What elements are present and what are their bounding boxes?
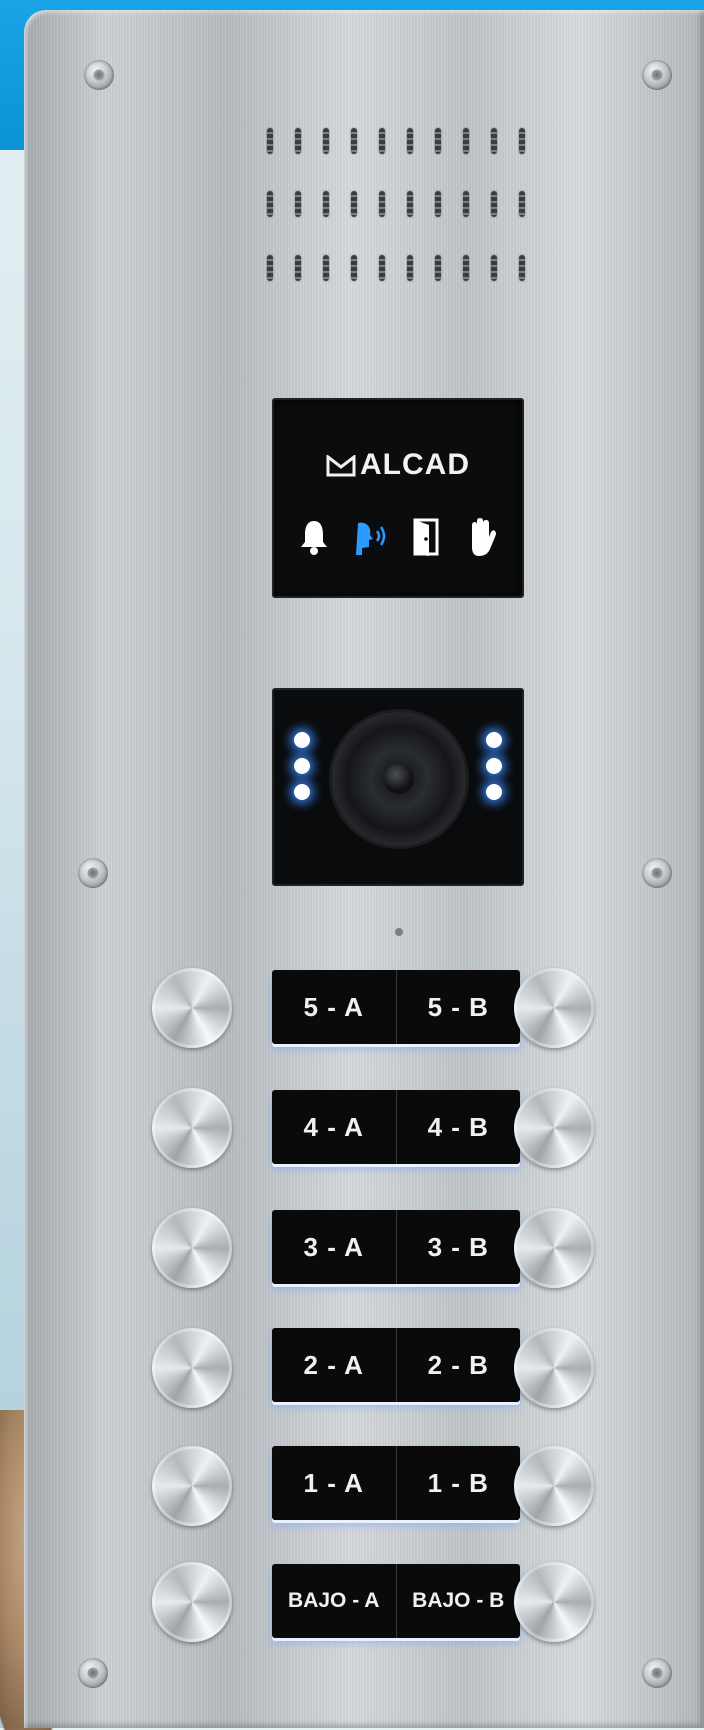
call-button-bajo-a[interactable] (152, 1562, 232, 1642)
screw-top-left (84, 60, 114, 90)
apartment-label-bajo-a: BAJO - A (288, 1589, 380, 1612)
led-left-2 (294, 758, 310, 774)
call-button-3b[interactable] (514, 1208, 594, 1288)
call-button-3a[interactable] (152, 1208, 232, 1288)
call-button-1b[interactable] (514, 1446, 594, 1526)
brand-name: ALCAD (360, 448, 470, 481)
apartment-label-row: 3 - A 3 - B (272, 1210, 520, 1284)
alcad-logo-icon (326, 455, 356, 477)
screw-mid-left (78, 858, 108, 888)
led-right-1 (486, 732, 502, 748)
screw-bottom-left (78, 1658, 108, 1688)
microphone-hole (395, 928, 403, 936)
status-icons (288, 512, 508, 562)
led-left-3 (294, 784, 310, 800)
apartment-label-bajo-b: BAJO - B (412, 1589, 505, 1612)
call-button-2b[interactable] (514, 1328, 594, 1408)
screw-top-right (642, 60, 672, 90)
talking-person-icon (355, 522, 385, 555)
apartment-label-2a: 2 - A (303, 1349, 364, 1380)
apartment-label-2b: 2 - B (427, 1349, 489, 1380)
apartment-label-row: 2 - A 2 - B (272, 1328, 520, 1402)
apartment-label-1b: 1 - B (427, 1467, 489, 1498)
apartment-label-4a: 4 - A (303, 1111, 364, 1142)
led-right-2 (486, 758, 502, 774)
led-right-3 (486, 784, 502, 800)
apartment-label-5b: 5 - B (427, 991, 489, 1022)
camera-module (272, 688, 524, 886)
call-button-5b[interactable] (514, 968, 594, 1048)
apartment-label-5a: 5 - A (303, 991, 364, 1022)
call-button-1a[interactable] (152, 1446, 232, 1526)
bell-icon (300, 521, 327, 555)
apartment-label-row: 4 - A 4 - B (272, 1090, 520, 1164)
apartment-label-row: BAJO - A BAJO - B (272, 1564, 520, 1638)
apartment-label-row: 5 - A 5 - B (272, 970, 520, 1044)
apartment-label-1a: 1 - A (303, 1467, 364, 1498)
camera-lens (332, 712, 466, 846)
intercom-panel: ALCAD 5 - A 5 - B 4 - A 4 - B 3 - A 3 - … (24, 10, 704, 1728)
apartment-label-3a: 3 - A (303, 1231, 364, 1262)
apartment-label-3b: 3 - B (427, 1231, 489, 1262)
hand-icon (471, 518, 496, 556)
call-button-4b[interactable] (514, 1088, 594, 1168)
apartment-label-4b: 4 - B (427, 1111, 489, 1142)
door-icon (413, 518, 438, 556)
speaker-grille (256, 128, 536, 288)
screw-bottom-right (642, 1658, 672, 1688)
call-button-2a[interactable] (152, 1328, 232, 1408)
apartment-label-row: 1 - A 1 - B (272, 1446, 520, 1520)
call-button-5a[interactable] (152, 968, 232, 1048)
status-display: ALCAD (272, 398, 524, 598)
screw-mid-right (642, 858, 672, 888)
brand-logo: ALCAD (274, 448, 522, 482)
call-button-bajo-b[interactable] (514, 1562, 594, 1642)
led-left-1 (294, 732, 310, 748)
call-button-4a[interactable] (152, 1088, 232, 1168)
